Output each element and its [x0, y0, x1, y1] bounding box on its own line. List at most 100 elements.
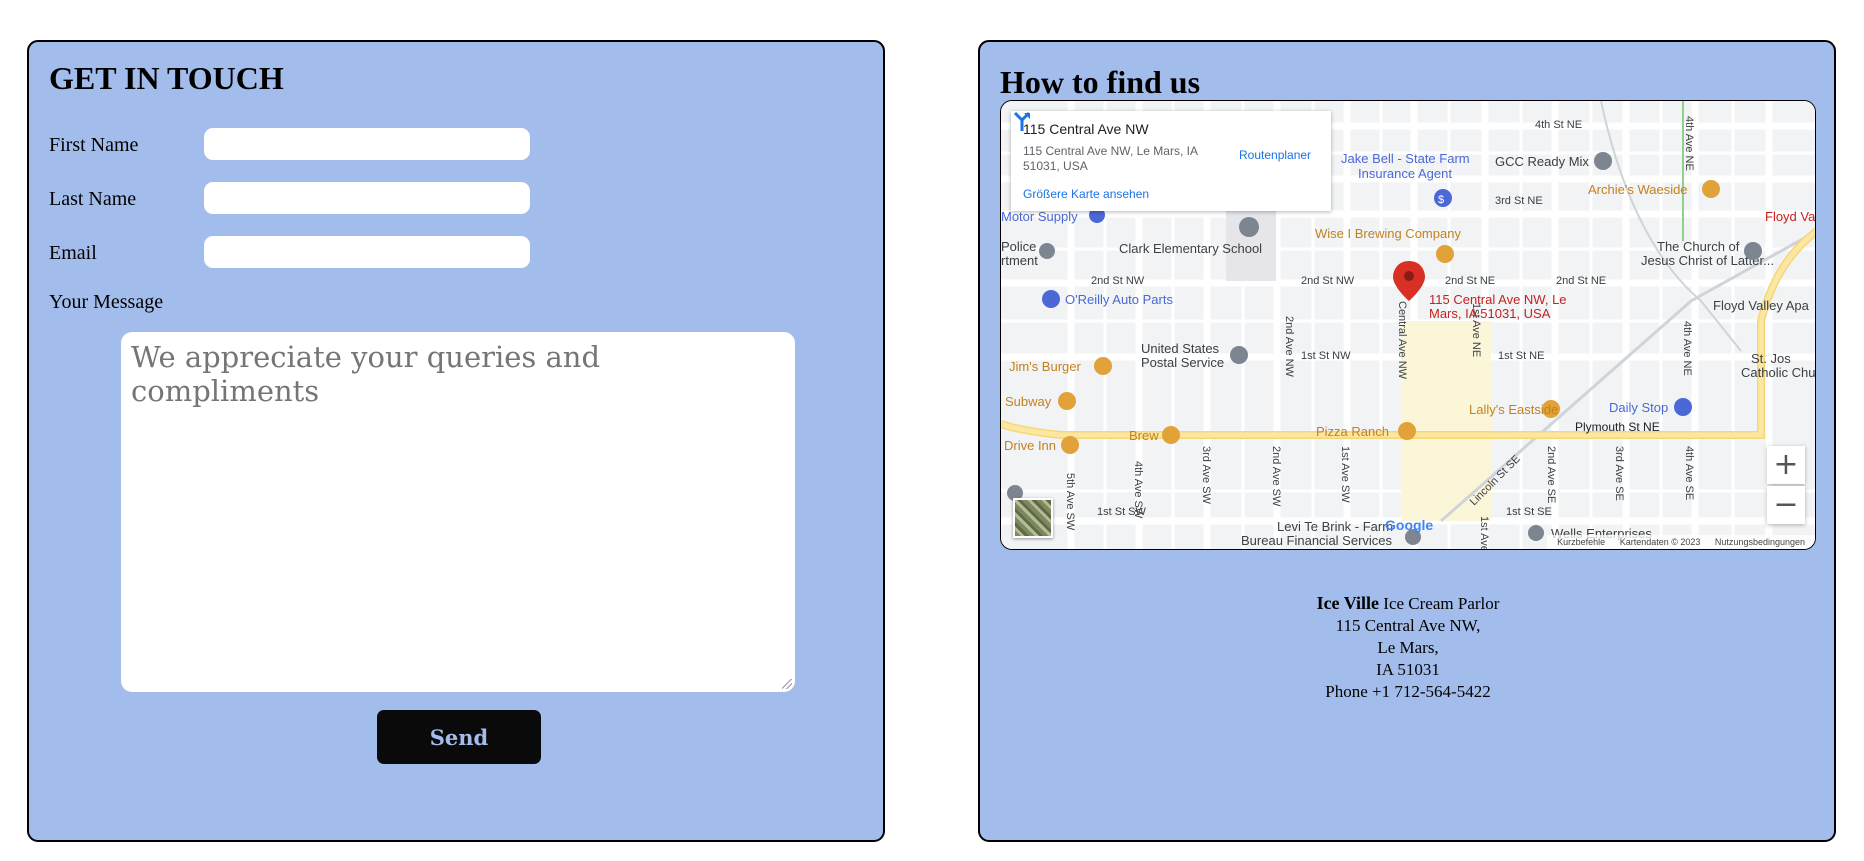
poi-label[interactable]: Jim's Burger — [1009, 359, 1082, 374]
street-label: 3rd Ave SW — [1200, 446, 1212, 504]
first-name-input[interactable] — [204, 128, 530, 160]
poi-label[interactable]: Insurance Agent — [1358, 166, 1452, 181]
poi-label[interactable]: O'Reilly Auto Parts — [1065, 292, 1173, 307]
pin-label: Mars, IA 51031, USA — [1429, 306, 1551, 321]
card-place-name: 115 Central Ave NW — [1023, 121, 1149, 137]
street-label: 4th Ave SW — [1132, 461, 1144, 519]
street-label: 1st St NW — [1301, 350, 1351, 362]
last-name-label: Last Name — [49, 188, 137, 210]
send-button[interactable]: Send — [377, 710, 541, 764]
street-label: 4th Ave NE — [1681, 321, 1693, 376]
email-input[interactable] — [204, 236, 530, 268]
church-icon[interactable] — [1744, 242, 1762, 260]
phone-line: Phone +1 712-564-5422 — [1325, 682, 1491, 701]
street-label: 2nd St NE — [1445, 275, 1495, 287]
poi-label[interactable]: Bureau Financial Services — [1241, 533, 1393, 548]
find-us-panel: How to find us 4th St NE 3rd St NE 2nd S… — [978, 40, 1836, 842]
message-wrapper — [121, 332, 795, 692]
poi-label[interactable]: Motor Supply — [1001, 209, 1078, 224]
poi-label[interactable]: Catholic Chu — [1741, 365, 1815, 380]
school-icon[interactable] — [1239, 217, 1259, 237]
address-line: IA 51031 — [1376, 660, 1440, 679]
street-label: 4th Ave SE — [1683, 446, 1695, 500]
address-line: 115 Central Ave NW, — [1335, 616, 1481, 635]
poi-label[interactable]: Floyd Va — [1765, 209, 1816, 224]
last-name-row: Last Name — [49, 182, 569, 214]
poi-label[interactable]: Jake Bell - State Farm — [1341, 151, 1470, 166]
street-label: 5th Ave SW — [1064, 473, 1076, 531]
zoom-in-button[interactable]: + — [1767, 446, 1805, 484]
address-line: Le Mars, — [1377, 638, 1439, 657]
street-label: 1st St NE — [1498, 350, 1544, 362]
map-embed[interactable]: 4th St NE 3rd St NE 2nd St NW 2nd St NW … — [1000, 100, 1816, 550]
poi-label[interactable]: rtment — [1001, 253, 1038, 268]
business-address: Ice Ville Ice Cream Parlor 115 Central A… — [1000, 592, 1816, 703]
poi-label[interactable]: Brew — [1129, 428, 1159, 443]
street-label: 2nd St NW — [1301, 275, 1355, 287]
larger-map-link[interactable]: Größere Karte ansehen — [1023, 187, 1149, 201]
zoom-out-button[interactable]: − — [1767, 486, 1805, 524]
find-us-title: How to find us — [1000, 64, 1201, 100]
street-label: 3rd St NE — [1495, 195, 1543, 207]
street-label: 2nd St NW — [1091, 275, 1145, 287]
satellite-view-thumbnail[interactable] — [1013, 498, 1053, 538]
poi-label[interactable]: Wise I Brewing Company — [1315, 226, 1461, 241]
poi-label[interactable]: Subway — [1005, 394, 1052, 409]
email-label: Email — [49, 242, 97, 264]
mail-icon[interactable] — [1230, 346, 1248, 364]
street-label: 3rd Ave SE — [1613, 446, 1625, 501]
message-textarea[interactable] — [121, 332, 795, 692]
restaurant-icon[interactable] — [1702, 180, 1720, 198]
street-label: 1st St SE — [1506, 506, 1552, 518]
restaurant-icon[interactable] — [1094, 357, 1112, 375]
directions-icon[interactable] — [1011, 111, 1033, 133]
address-brand-line: Ice Ville Ice Cream Parlor — [1000, 592, 1816, 615]
street-label: 1st Ave SW — [1339, 446, 1351, 503]
card-address: 115 Central Ave NW, Le Mars, IA 51031, U… — [1023, 144, 1198, 173]
poi-label[interactable]: GCC Ready Mix — [1495, 154, 1589, 169]
shop-icon[interactable] — [1042, 290, 1060, 308]
poi-label[interactable]: The Church of — [1657, 239, 1740, 254]
google-logo: Google — [1385, 517, 1434, 533]
resize-grip[interactable] — [782, 679, 792, 689]
poi-label[interactable]: Clark Elementary School — [1119, 241, 1262, 256]
poi-label[interactable]: Police — [1001, 239, 1036, 254]
shortcuts-link[interactable]: Kurzbefehle — [1557, 537, 1605, 547]
street-label: 2nd Ave NW — [1283, 316, 1295, 378]
svg-text:$: $ — [1438, 194, 1444, 206]
poi-label[interactable]: Floyd Valley Apa — [1713, 298, 1810, 313]
location-icon[interactable] — [1528, 525, 1544, 541]
shop-icon[interactable] — [1674, 398, 1692, 416]
brand-name: Ice Ville — [1316, 593, 1380, 613]
bar-icon[interactable] — [1436, 245, 1454, 263]
poi-label[interactable]: Drive Inn — [1004, 438, 1056, 453]
map-info-card: 115 Central Ave NW 115 Central Ave NW, L… — [1011, 111, 1331, 211]
restaurant-icon[interactable] — [1398, 422, 1416, 440]
contact-title: GET IN TOUCH — [49, 60, 284, 96]
poi-label[interactable]: Archie's Waeside — [1588, 182, 1688, 197]
street-label: 2nd St NE — [1556, 275, 1606, 287]
restaurant-icon[interactable] — [1058, 392, 1076, 410]
poi-label[interactable]: United States — [1141, 341, 1220, 356]
poi-label[interactable]: Lally's Eastside — [1469, 402, 1558, 417]
street-label: 4th Ave NE — [1683, 116, 1695, 171]
last-name-input[interactable] — [204, 182, 530, 214]
directions-link[interactable]: Routenplaner — [1239, 148, 1311, 162]
poi-label[interactable]: Daily Stop — [1609, 400, 1668, 415]
restaurant-icon[interactable] — [1061, 436, 1079, 454]
street-label: Plymouth St NE — [1575, 420, 1660, 434]
street-label: 1st Ave — [1478, 516, 1490, 550]
cafe-icon[interactable] — [1162, 426, 1180, 444]
poi-label[interactable]: Pizza Ranch — [1316, 424, 1389, 439]
street-label: Central Ave NW — [1396, 301, 1408, 380]
map-data-text: Kartendaten © 2023 — [1619, 537, 1701, 547]
poi-label[interactable]: Levi Te Brink - Farm — [1277, 519, 1393, 534]
poi-label[interactable]: Postal Service — [1141, 355, 1224, 370]
terms-link[interactable]: Nutzungsbedingungen — [1715, 537, 1805, 547]
contact-panel: GET IN TOUCH First Name Last Name Email … — [27, 40, 885, 842]
poi-label[interactable]: St. Jos — [1751, 351, 1791, 366]
location-icon[interactable] — [1594, 152, 1612, 170]
police-icon[interactable] — [1039, 243, 1055, 259]
street-label: 2nd Ave SW — [1270, 446, 1282, 507]
map-attribution: Kurzbefehle Kartendaten © 2023 Nutzungsb… — [1547, 535, 1815, 549]
